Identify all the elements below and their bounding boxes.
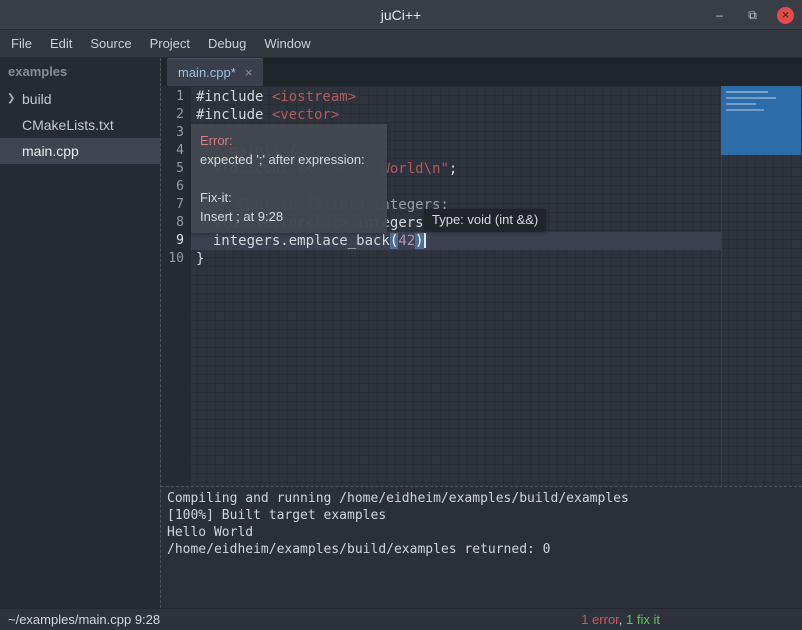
status-error-count: 1 error <box>581 612 619 627</box>
file-tree: ❯ build CMakeLists.txt main.cpp <box>0 86 160 164</box>
code-line-9[interactable]: integers.emplace_back(42) <box>191 232 802 250</box>
window-controls: – ⧉ ✕ <box>711 0 794 30</box>
diagnostic-detail: expected ';' after expression: <box>200 150 378 169</box>
diagnostic-title: Error: <box>200 131 378 150</box>
status-diagnostics: 1 error, 1 fix it <box>581 609 660 630</box>
tab-bar: main.cpp* × <box>161 58 802 86</box>
tab-main-cpp[interactable]: main.cpp* × <box>167 58 263 86</box>
title-bar: juCi++ – ⧉ ✕ <box>0 0 802 30</box>
output-panel[interactable]: Compiling and running /home/eidheim/exam… <box>161 486 802 608</box>
type-tooltip: Type: void (int &&) <box>424 209 546 231</box>
menu-item-file[interactable]: File <box>11 36 32 51</box>
line-number-gutter: 12345678910 <box>161 86 191 486</box>
status-file-position: ~/examples/main.cpp 9:28 <box>8 612 160 627</box>
file-tree-item-cmakelists-txt[interactable]: CMakeLists.txt <box>0 112 160 138</box>
line-number: 10 <box>161 250 191 268</box>
fixit-label: Fix-it: <box>200 188 378 207</box>
project-name: examples <box>0 58 160 86</box>
overview-map[interactable] <box>721 86 801 155</box>
app-window: juCi++ – ⧉ ✕ File Edit Source Project Debug W… <box>0 0 802 630</box>
chevron-right-icon: ❯ <box>7 86 15 112</box>
status-separator: , <box>619 612 626 627</box>
line-number: 2 <box>161 106 191 124</box>
tab-label: main.cpp* <box>178 65 236 80</box>
line-number: 8 <box>161 214 191 232</box>
line-number: 5 <box>161 160 191 178</box>
menu-item-edit[interactable]: Edit <box>50 36 72 51</box>
file-label: CMakeLists.txt <box>22 117 114 133</box>
file-tree-item-main-cpp[interactable]: main.cpp <box>0 138 160 164</box>
output-line: Compiling and running /home/eidheim/exam… <box>167 490 802 507</box>
menu-item-source[interactable]: Source <box>90 36 131 51</box>
menu-bar: File Edit Source Project Debug Window <box>0 30 802 58</box>
minimize-button[interactable]: – <box>711 7 728 24</box>
minimap-line <box>726 109 764 111</box>
line-number: 7 <box>161 196 191 214</box>
editor[interactable]: 12345678910 #include <iostream>#include … <box>161 86 802 486</box>
code-line-10[interactable]: } <box>191 250 802 268</box>
restore-button[interactable]: ⧉ <box>744 7 761 24</box>
menu-item-project[interactable]: Project <box>150 36 190 51</box>
status-fixit-count: 1 fix it <box>626 612 660 627</box>
menu-item-window[interactable]: Window <box>264 36 310 51</box>
code-line-1[interactable]: #include <iostream> <box>191 88 802 106</box>
minimap-line <box>726 103 756 105</box>
text-cursor <box>424 233 426 248</box>
line-number: 4 <box>161 142 191 160</box>
line-number: 9 <box>161 232 191 250</box>
window-title: juCi++ <box>381 7 421 23</box>
file-tree-panel: examples ❯ build CMakeLists.txt main.cpp <box>0 58 160 608</box>
output-line: Hello World <box>167 524 802 541</box>
fixit-text: Insert ; at 9:28 <box>200 207 378 226</box>
line-number: 6 <box>161 178 191 196</box>
diagnostic-tooltip: Error: expected ';' after expression: Fi… <box>191 124 387 233</box>
diagnostic-spacer <box>200 169 378 188</box>
output-line: [100%] Built target examples <box>167 507 802 524</box>
close-button[interactable]: ✕ <box>777 7 794 24</box>
line-number: 3 <box>161 124 191 142</box>
minimap-line <box>726 97 776 99</box>
file-tree-item-build[interactable]: ❯ build <box>0 86 160 112</box>
output-line: /home/eidheim/examples/build/examples re… <box>167 541 802 558</box>
file-label: build <box>22 91 52 107</box>
status-bar: ~/examples/main.cpp 9:28 1 error, 1 fix … <box>0 608 802 630</box>
minimap-line <box>726 91 768 93</box>
code-line-2[interactable]: #include <vector> <box>191 106 802 124</box>
line-number: 1 <box>161 88 191 106</box>
tab-close-icon[interactable]: × <box>245 65 253 80</box>
file-label: main.cpp <box>22 143 79 159</box>
menu-item-debug[interactable]: Debug <box>208 36 246 51</box>
